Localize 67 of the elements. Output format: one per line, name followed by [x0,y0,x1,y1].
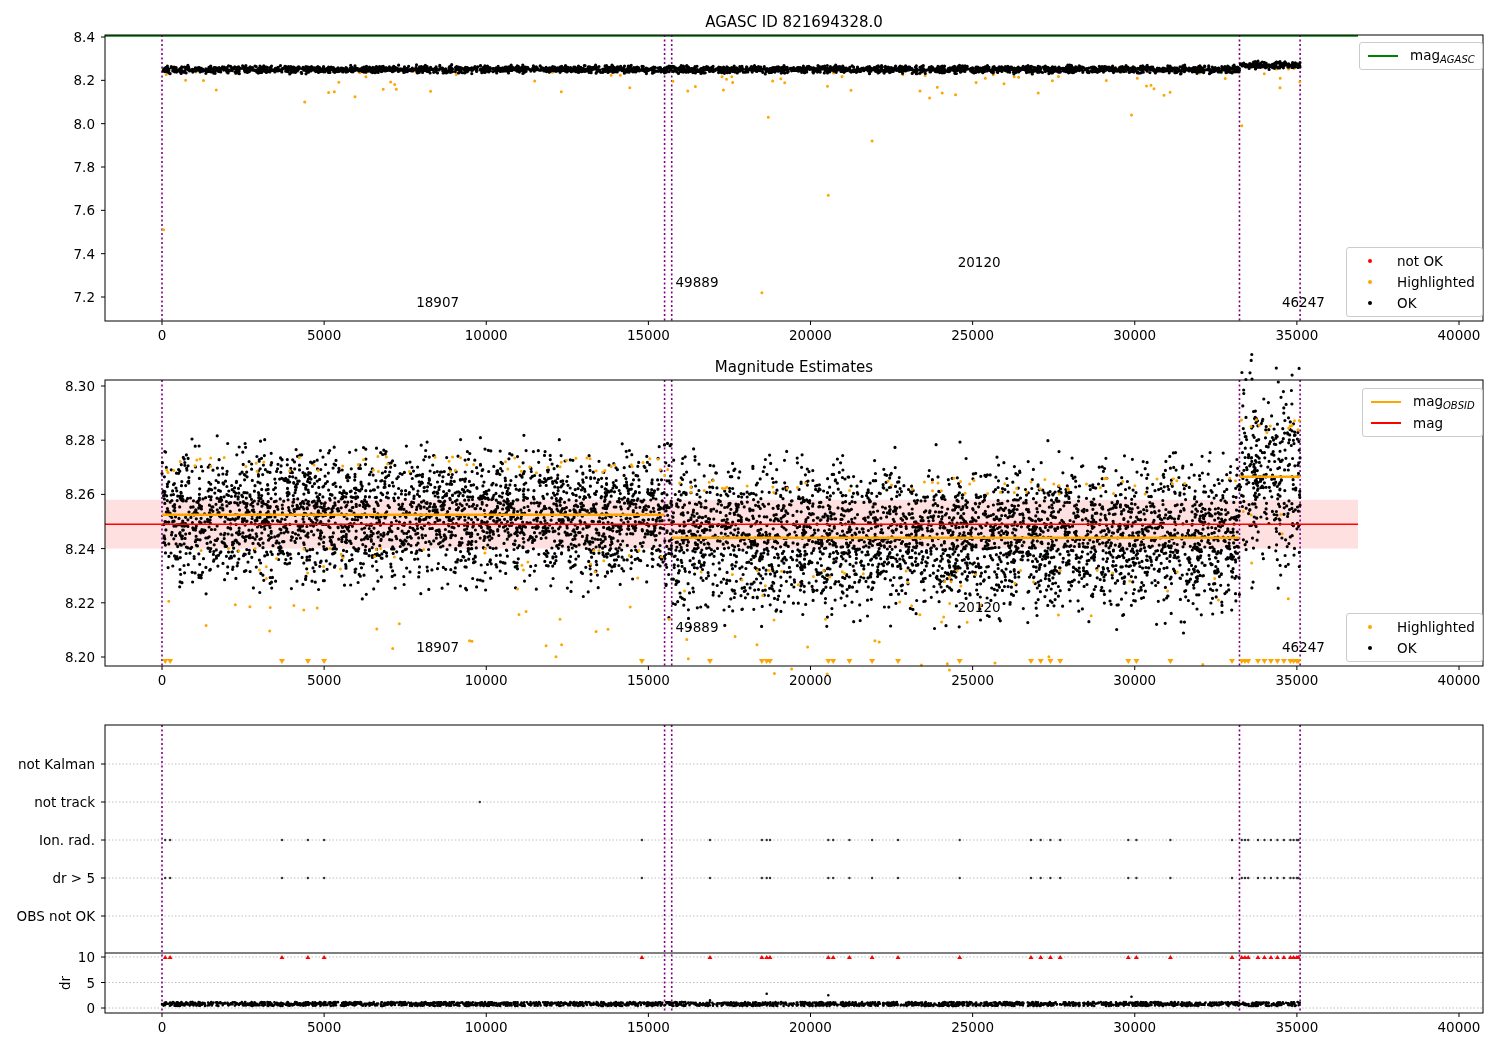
flag-row-label: not Kalman [17,756,95,772]
y-axis-label: dr [57,975,73,991]
obsid-label: 20120 [957,254,1001,270]
x-tick-label: 40000 [1437,327,1481,343]
x-tick-label: 20000 [789,327,832,343]
obsid-label: 20120 [957,599,1001,615]
x-tick-label: 25000 [951,672,995,688]
y-tick-label: 8.28 [64,432,95,449]
x-tick-label: 30000 [1113,327,1157,343]
y-tick-label: 7.4 [73,245,95,262]
x-tick-label: 40000 [1437,672,1481,688]
y-tick-label: 7.8 [73,159,95,175]
y-tick-label: 0 [86,1000,95,1016]
x-tick-label: 10000 [464,1019,508,1035]
x-tick-label: 15000 [626,1019,670,1035]
x-tick-label: 15000 [626,672,670,688]
flag-row-label: dr > 5 [52,870,95,886]
legend-label: not OK [1397,253,1443,269]
y-tick-label: 5 [86,974,95,991]
x-tick-label: 30000 [1113,672,1157,688]
x-tick-label: 15000 [626,327,670,343]
y-tick-label: 8.22 [64,594,95,611]
y-tick-label: 8.30 [64,378,95,394]
legend-label: Highlighted [1397,619,1475,635]
x-tick-label: 0 [157,327,167,343]
x-tick-label: 10000 [464,327,508,343]
flag-row-label: not track [34,794,95,810]
x-tick-label: 35000 [1275,672,1319,688]
legend-label: OK [1397,295,1417,311]
y-tick-label: 8.20 [64,649,95,665]
legend-label: Highlighted [1397,274,1475,290]
chart-title: AGASC ID 821694328.0 [705,13,883,31]
x-tick-label: 40000 [1437,1019,1481,1035]
x-tick-label: 20000 [789,672,832,688]
x-tick-label: 10000 [464,672,508,688]
x-tick-label: 5000 [306,327,342,343]
x-tick-label: 5000 [306,672,342,688]
legend-label: mag [1413,415,1443,431]
flag-row-label: OBS not OK [16,908,95,924]
y-tick-label: 8.2 [73,72,95,89]
legend-label: mag$_{AGASC}$ [1410,47,1475,65]
chart-title: Magnitude Estimates [714,358,874,376]
y-tick-label: 8.26 [64,486,95,503]
x-tick-label: 0 [157,1019,167,1035]
x-tick-label: 0 [157,672,167,688]
x-tick-label: 30000 [1113,1019,1157,1035]
obsid-label: 18907 [416,639,460,655]
x-tick-label: 25000 [951,327,995,343]
obsid-label: 49889 [675,619,719,635]
y-tick-label: 8.4 [73,29,95,45]
y-tick-label: 8.0 [73,115,95,132]
legend-label: OK [1397,640,1417,656]
y-tick-label: 7.2 [73,289,95,305]
x-tick-label: 35000 [1275,1019,1319,1035]
x-tick-label: 20000 [789,1019,832,1035]
y-tick-label: 7.6 [73,202,95,219]
y-tick-label: 8.24 [64,540,95,557]
x-tick-label: 25000 [951,1019,995,1035]
x-tick-label: 35000 [1275,327,1319,343]
obsid-label: 46247 [1281,294,1325,310]
obsid-label: 18907 [416,294,460,310]
obsid-label: 46247 [1281,639,1325,655]
x-tick-label: 5000 [306,1019,342,1035]
obsid-label: 49889 [675,274,719,290]
flag-row-label: Ion. rad. [38,832,95,848]
y-tick-label: 10 [77,949,95,965]
legend-label: mag$_{OBSID}$ [1413,393,1475,411]
